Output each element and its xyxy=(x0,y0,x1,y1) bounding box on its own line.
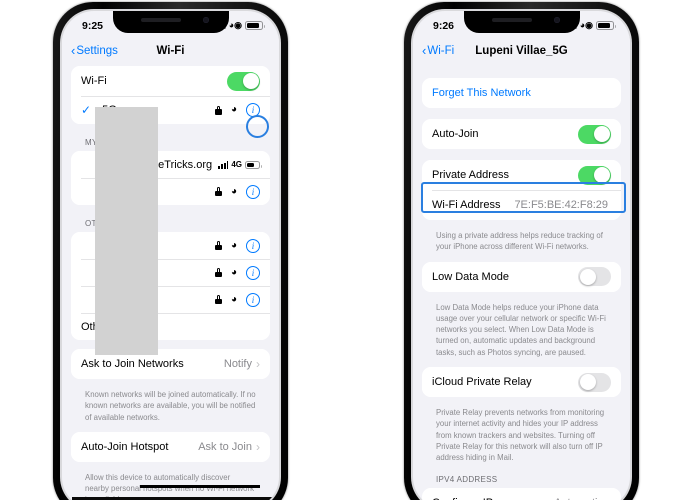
left-phone-bezel: 9:25 ◕◉ ‹ Settings Wi-Fi Wi-Fi ✓ ◕ i MY … xyxy=(60,9,281,500)
network-info-button[interactable]: i xyxy=(246,238,260,253)
low-data-mode-group: Low Data Mode xyxy=(422,261,621,292)
low-data-mode-toggle[interactable] xyxy=(578,267,611,287)
right-phone-screen: 9:26 ◕◉ ‹ Wi-Fi Lupeni Villae_5G Forget … xyxy=(413,11,630,500)
battery-icon xyxy=(245,21,265,30)
connected-network-icons: ◕ i xyxy=(214,103,260,117)
ask-to-join-value: Notify xyxy=(223,358,252,370)
right-phone-bezel: 9:26 ◕◉ ‹ Wi-Fi Lupeni Villae_5G Forget … xyxy=(411,9,632,500)
icloud-private-relay-row[interactable]: iCloud Private Relay xyxy=(422,367,621,398)
private-address-note: Using a private address helps reduce tra… xyxy=(436,231,603,252)
auto-join-hotspot-row[interactable]: Auto-Join Hotspot Ask to Join › xyxy=(71,431,270,462)
front-camera-icon xyxy=(553,17,560,23)
auto-join-group: Auto-Join xyxy=(422,119,621,149)
wifi-strength-icon: ◕ xyxy=(230,266,237,278)
network-icons: ◕ i xyxy=(214,184,260,199)
ipv4-group: Configure IP Automatic › IP Address 192.… xyxy=(422,487,621,500)
auto-join-row[interactable]: Auto-Join xyxy=(422,119,621,149)
hotspot-status-icons: 4G xyxy=(218,160,262,169)
wifi-address-row: Wi-Fi Address 7E:F5:BE:42:F8:29 xyxy=(422,190,621,220)
configure-ip-row[interactable]: Configure IP Automatic › xyxy=(422,487,621,500)
auto-join-hotspot-group: Auto-Join Hotspot Ask to Join › xyxy=(71,431,270,462)
wifi-address-label: Wi-Fi Address xyxy=(432,199,501,211)
forget-network-row[interactable]: Forget This Network xyxy=(422,78,621,108)
wifi-strength-icon: ◕ xyxy=(230,104,237,115)
auto-join-toggle[interactable] xyxy=(578,124,611,144)
wifi-toggle-label: Wi-Fi xyxy=(81,75,107,87)
ask-to-join-label: Ask to Join Networks xyxy=(81,358,184,370)
private-relay-note: Private Relay prevents networks from mon… xyxy=(436,408,605,463)
front-camera-icon xyxy=(202,17,209,23)
wifi-icon: ◕◉ xyxy=(579,20,593,30)
network-info-button[interactable]: i xyxy=(246,184,260,199)
chevron-right-icon: › xyxy=(607,496,611,500)
network-icons: ◕ i xyxy=(214,238,260,253)
speaker-icon xyxy=(491,18,532,22)
wifi-strength-icon: ◕ xyxy=(230,239,237,251)
low-data-mode-note: Low Data Mode helps reduce your iPhone d… xyxy=(436,302,606,357)
low-data-mode-row[interactable]: Low Data Mode xyxy=(422,261,621,292)
left-phone-device: 9:25 ◕◉ ‹ Settings Wi-Fi Wi-Fi ✓ ◕ i MY … xyxy=(53,2,288,500)
wifi-address-value: 7E:F5:BE:42:F8:29 xyxy=(514,199,608,211)
forget-network-group: Forget This Network xyxy=(422,78,621,108)
private-address-toggle[interactable] xyxy=(578,165,611,185)
wifi-icon: ◕◉ xyxy=(228,20,242,30)
lock-icon xyxy=(214,105,222,115)
back-label: Wi-Fi xyxy=(427,45,455,57)
ipv4-address-header: IPV4 ADDRESS xyxy=(436,474,498,484)
network-info-button[interactable]: i xyxy=(246,265,260,280)
lock-icon xyxy=(214,187,222,196)
forget-network-label: Forget This Network xyxy=(432,87,531,99)
right-phone-device: 9:26 ◕◉ ‹ Wi-Fi Lupeni Villae_5G Forget … xyxy=(404,2,639,500)
wifi-toggle[interactable] xyxy=(227,71,260,91)
chevron-right-icon: › xyxy=(256,357,260,371)
wifi-toggle-row[interactable]: Wi-Fi xyxy=(71,66,270,96)
notch xyxy=(463,11,580,33)
battery-icon xyxy=(596,21,616,30)
notch xyxy=(112,11,229,33)
checkmark-icon: ✓ xyxy=(81,103,92,117)
network-info-button[interactable]: i xyxy=(246,292,260,307)
lock-icon xyxy=(214,268,222,277)
private-address-row[interactable]: Private Address xyxy=(422,160,621,190)
chevron-right-icon: › xyxy=(256,439,260,454)
lock-icon xyxy=(214,295,222,304)
icloud-private-relay-group: iCloud Private Relay xyxy=(422,367,621,398)
network-icons: ◕ i xyxy=(214,265,260,280)
screenshot-root: 9:25 ◕◉ ‹ Settings Wi-Fi Wi-Fi ✓ ◕ i MY … xyxy=(0,0,695,500)
auto-join-hotspot-value: Ask to Join xyxy=(198,440,252,453)
ask-to-join-note: Known networks will be joined automatica… xyxy=(85,390,256,422)
network-icons: ◕ i xyxy=(214,292,260,307)
redaction-strikethrough xyxy=(140,485,260,488)
back-to-settings-button[interactable]: ‹ Settings xyxy=(71,43,118,58)
right-status-time: 9:26 xyxy=(433,19,455,32)
auto-join-hotspot-label: Auto-Join Hotspot xyxy=(81,440,169,453)
hotspot-battery-icon xyxy=(245,160,262,169)
auto-join-label: Auto-Join xyxy=(432,128,479,140)
cellular-bars-icon xyxy=(218,160,229,169)
wifi-strength-icon: ◕ xyxy=(230,185,237,197)
icloud-private-relay-toggle[interactable] xyxy=(578,372,611,392)
private-address-group: Private Address Wi-Fi Address 7E:F5:BE:4… xyxy=(422,160,621,220)
back-to-wifi-button[interactable]: ‹ Wi-Fi xyxy=(422,43,455,58)
low-data-mode-label: Low Data Mode xyxy=(432,270,510,283)
chevron-left-icon: ‹ xyxy=(71,43,76,58)
wifi-strength-icon: ◕ xyxy=(230,293,237,305)
right-settings-list: Forget This Network Auto-Join Private Ad… xyxy=(413,78,630,500)
chevron-left-icon: ‹ xyxy=(422,43,427,58)
icloud-private-relay-label: iCloud Private Relay xyxy=(432,376,532,389)
cellular-network-label: 4G xyxy=(231,160,242,169)
private-address-label: Private Address xyxy=(432,169,510,181)
network-info-button[interactable]: i xyxy=(246,103,260,117)
auto-join-hotspot-note: Allow this device to automatically disco… xyxy=(85,472,255,500)
left-nav-bar: ‹ Settings Wi-Fi xyxy=(62,36,279,66)
left-phone-screen: 9:25 ◕◉ ‹ Settings Wi-Fi Wi-Fi ✓ ◕ i MY … xyxy=(62,11,279,500)
speaker-icon xyxy=(140,18,181,22)
left-status-time: 9:25 xyxy=(82,19,104,32)
lock-icon xyxy=(214,241,222,250)
right-nav-bar: ‹ Wi-Fi Lupeni Villae_5G xyxy=(413,36,630,66)
redaction-block xyxy=(95,107,158,355)
back-label: Settings xyxy=(76,45,118,57)
